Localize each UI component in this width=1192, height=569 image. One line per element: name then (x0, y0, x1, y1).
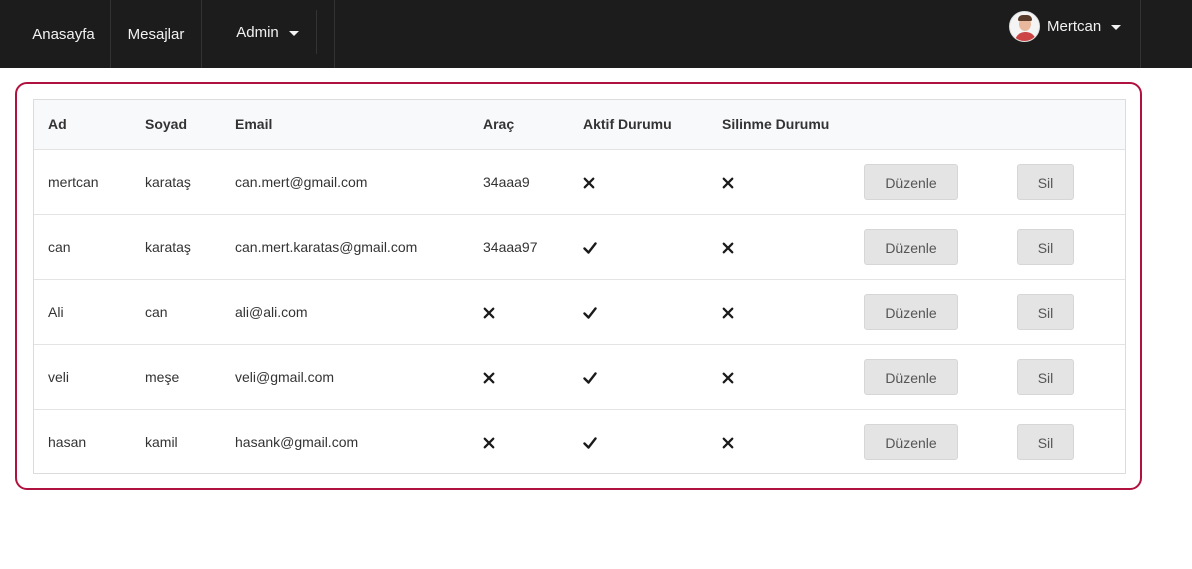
nav-divider (334, 0, 335, 68)
check-icon (583, 241, 597, 255)
header-edit (850, 100, 1003, 149)
cell-ad: hasan (48, 433, 87, 450)
nav-admin-dropdown[interactable]: Admin (219, 10, 317, 54)
delete-button[interactable]: Sil (1017, 423, 1074, 460)
nav-home-label: Anasayfa (32, 25, 95, 43)
edit-button[interactable]: Düzenle (864, 423, 958, 460)
nav-divider (1140, 0, 1141, 68)
users-card: Ad Soyad Email Araç Aktif Durumu Silinme… (15, 82, 1142, 490)
cell-ad: mertcan (48, 173, 99, 190)
table-row: Ali can ali@ali.com Düzenle Sil (34, 279, 1125, 344)
cell-arac: 34aaa97 (483, 238, 538, 255)
cell-email: hasank@gmail.com (235, 433, 359, 450)
nav-messages-label: Mesajlar (127, 25, 185, 43)
nav-messages-link[interactable]: Mesajlar (110, 0, 202, 68)
cell-ad: veli (48, 368, 70, 385)
edit-button[interactable]: Düzenle (864, 293, 958, 330)
cross-icon (483, 371, 497, 385)
check-icon (583, 306, 597, 320)
cell-soyad: can (145, 303, 168, 320)
cell-email: ali@ali.com (235, 303, 308, 320)
users-table-container: Ad Soyad Email Araç Aktif Durumu Silinme… (33, 99, 1126, 474)
users-table: Ad Soyad Email Araç Aktif Durumu Silinme… (34, 100, 1125, 474)
header-silinme: Silinme Durumu (722, 116, 830, 133)
cell-ad: Ali (48, 303, 64, 320)
header-soyad: Soyad (145, 116, 188, 133)
table-row: hasan kamil hasank@gmail.com Düzenle Sil (34, 409, 1125, 474)
user-name: Mertcan (1047, 17, 1102, 35)
user-menu-dropdown[interactable]: Mertcan (1009, 10, 1122, 42)
header-ad: Ad (48, 116, 67, 133)
header-arac: Araç (483, 116, 515, 133)
header-aktif: Aktif Durumu (583, 116, 672, 133)
cell-soyad: kamil (145, 433, 178, 450)
cross-icon (722, 371, 736, 385)
header-email: Email (235, 116, 273, 133)
cross-icon (722, 436, 736, 450)
delete-button[interactable]: Sil (1017, 293, 1074, 330)
cell-soyad: karataş (145, 173, 191, 190)
cell-ad: can (48, 238, 71, 255)
delete-button[interactable]: Sil (1017, 228, 1074, 265)
table-header-row: Ad Soyad Email Araç Aktif Durumu Silinme… (34, 100, 1125, 149)
delete-button[interactable]: Sil (1017, 163, 1074, 200)
cell-email: can.mert@gmail.com (235, 173, 368, 190)
check-icon (583, 371, 597, 385)
cell-soyad: meşe (145, 368, 180, 385)
caret-down-icon (288, 30, 299, 36)
cross-icon (722, 176, 736, 190)
cell-email: can.mert.karatas@gmail.com (235, 238, 418, 255)
cross-icon (722, 241, 736, 255)
cell-arac: 34aaa9 (483, 173, 530, 190)
cell-email: veli@gmail.com (235, 368, 335, 385)
edit-button[interactable]: Düzenle (864, 228, 958, 265)
nav-home-link[interactable]: Anasayfa (17, 0, 110, 68)
cross-icon (483, 436, 497, 450)
table-row: veli meşe veli@gmail.com Düzenle Sil (34, 344, 1125, 409)
table-row: can karataş can.mert.karatas@gmail.com 34aa… (34, 214, 1125, 279)
edit-button[interactable]: Düzenle (864, 163, 958, 200)
delete-button[interactable]: Sil (1017, 358, 1074, 395)
cell-soyad: karataş (145, 238, 191, 255)
cross-icon (722, 306, 736, 320)
avatar (1009, 10, 1040, 42)
edit-button[interactable]: Düzenle (864, 358, 958, 395)
table-row: mertcan karataş can.mert@gmail.com 34aaa9 Dü… (34, 149, 1125, 214)
check-icon (583, 436, 597, 450)
header-delete (1003, 100, 1125, 149)
nav-admin-label: Admin (236, 23, 279, 41)
cross-icon (483, 306, 497, 320)
top-navbar: Anasayfa Mesajlar Admin Mertcan (0, 0, 1192, 68)
caret-down-icon (1111, 24, 1122, 30)
cross-icon (583, 176, 597, 190)
